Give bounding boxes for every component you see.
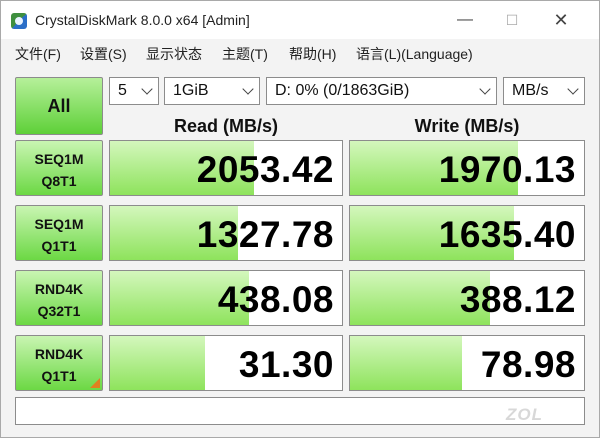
write-bar xyxy=(350,336,463,390)
read-result-seq1m-q8t1: 2053.42 xyxy=(109,140,343,196)
write-value: 1970.13 xyxy=(438,149,576,190)
test-label-line1: SEQ1M xyxy=(34,151,84,167)
title-bar: CrystalDiskMark 8.0.0 x64 [Admin] — ☐ ✕ xyxy=(1,1,599,39)
test-button-seq1m-q8t1[interactable]: SEQ1M Q8T1 xyxy=(15,140,103,196)
write-value: 78.98 xyxy=(480,344,576,385)
read-value: 1327.78 xyxy=(196,214,334,255)
write-value: 1635.40 xyxy=(438,214,576,255)
write-column-header: Write (MB/s) xyxy=(414,116,520,136)
drive-select[interactable]: D: 0% (0/1863GiB) xyxy=(266,77,497,105)
menu-file[interactable]: 文件(F) xyxy=(15,44,61,64)
chevron-down-icon xyxy=(141,85,153,97)
read-value: 438.08 xyxy=(217,279,334,320)
menu-display-status[interactable]: 显示状态 xyxy=(146,44,202,64)
read-result-rnd4k-q1t1: 31.30 xyxy=(109,335,343,391)
read-value: 2053.42 xyxy=(196,149,334,190)
test-button-rnd4k-q32t1[interactable]: RND4K Q32T1 xyxy=(15,270,103,326)
drive-value: D: 0% (0/1863GiB) xyxy=(275,82,410,99)
chevron-down-icon xyxy=(479,85,491,97)
write-result-seq1m-q1t1: 1635.40 xyxy=(349,205,585,261)
test-label-line1: RND4K xyxy=(34,281,84,297)
test-label-line1: RND4K xyxy=(34,346,84,362)
write-result-rnd4k-q1t1: 78.98 xyxy=(349,335,585,391)
test-label-line2: Q32T1 xyxy=(37,303,81,319)
menu-help[interactable]: 帮助(H) xyxy=(289,44,336,64)
minimize-button[interactable]: — xyxy=(452,9,478,31)
test-button-rnd4k-q1t1[interactable]: RND4K Q1T1 xyxy=(15,335,103,391)
read-column-header: Read (MB/s) xyxy=(173,116,278,136)
menu-theme[interactable]: 主题(T) xyxy=(222,44,268,64)
test-count-value: 5 xyxy=(118,82,127,99)
resize-corner-icon xyxy=(90,378,100,388)
test-label-line2: Q1T1 xyxy=(41,238,77,254)
maximize-button[interactable]: ☐ xyxy=(499,9,525,31)
app-window: CrystalDiskMark 8.0.0 x64 [Admin] — ☐ ✕ … xyxy=(0,0,600,438)
read-result-rnd4k-q32t1: 438.08 xyxy=(109,270,343,326)
test-size-select[interactable]: 1GiB xyxy=(164,77,260,105)
menu-language[interactable]: 语言(L)(Language) xyxy=(356,44,473,64)
test-count-select[interactable]: 5 xyxy=(109,77,159,105)
unit-value: MB/s xyxy=(512,82,549,99)
chevron-down-icon xyxy=(567,85,579,97)
read-result-seq1m-q1t1: 1327.78 xyxy=(109,205,343,261)
test-size-value: 1GiB xyxy=(173,82,209,99)
menu-settings[interactable]: 设置(S) xyxy=(80,44,127,64)
test-label-line1: SEQ1M xyxy=(34,216,84,232)
chevron-down-icon xyxy=(242,85,254,97)
read-bar xyxy=(110,336,206,390)
test-button-seq1m-q1t1[interactable]: SEQ1M Q1T1 xyxy=(15,205,103,261)
close-button[interactable]: ✕ xyxy=(548,9,574,31)
read-value: 31.30 xyxy=(238,344,334,385)
unit-select[interactable]: MB/s xyxy=(503,77,585,105)
watermark-logo: ZOL xyxy=(506,405,543,424)
write-result-seq1m-q8t1: 1970.13 xyxy=(349,140,585,196)
run-all-button[interactable]: All xyxy=(15,77,103,135)
write-value: 388.12 xyxy=(459,279,576,320)
menu-bar: 文件(F) 设置(S) 显示状态 主题(T) 帮助(H) 语言(L)(Langu… xyxy=(1,39,599,65)
test-label-line2: Q8T1 xyxy=(41,173,77,189)
status-bar xyxy=(15,397,585,425)
window-title: CrystalDiskMark 8.0.0 x64 [Admin] xyxy=(35,12,250,28)
write-result-rnd4k-q32t1: 388.12 xyxy=(349,270,585,326)
app-logo-icon xyxy=(11,13,27,29)
